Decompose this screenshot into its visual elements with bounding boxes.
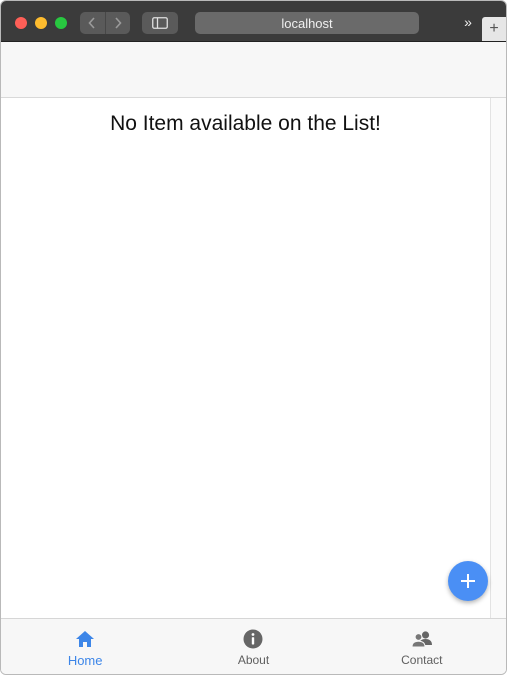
- sidebar-toggle-button[interactable]: [142, 12, 178, 34]
- sidebar-icon: [152, 17, 168, 29]
- maximize-window-button[interactable]: [55, 17, 67, 29]
- chevron-left-icon: [88, 17, 95, 29]
- new-tab-button[interactable]: +: [482, 17, 506, 41]
- tab-home-label: Home: [67, 653, 103, 668]
- scrollbar[interactable]: [490, 98, 506, 618]
- tab-contact[interactable]: Contact: [338, 619, 506, 674]
- info-icon: [242, 628, 264, 650]
- back-button[interactable]: [80, 12, 105, 34]
- minimize-window-button[interactable]: [35, 17, 47, 29]
- home-icon: [74, 628, 96, 650]
- forward-button[interactable]: [104, 12, 131, 34]
- browser-titlebar: localhost » +: [1, 1, 506, 42]
- browser-window: localhost » + No Item available on the L…: [0, 0, 507, 675]
- tab-contact-label: Contact: [401, 653, 443, 667]
- list-content: No Item available on the List!: [1, 98, 490, 618]
- tab-about-label: About: [237, 653, 270, 667]
- close-window-button[interactable]: [15, 17, 27, 29]
- empty-list-message: No Item available on the List!: [110, 112, 381, 135]
- overflow-chevrons-icon[interactable]: »: [460, 13, 476, 31]
- tab-home[interactable]: Home: [1, 619, 169, 674]
- contacts-icon: [411, 628, 433, 650]
- navigation-buttons: [80, 12, 130, 34]
- chevron-right-icon: [115, 17, 122, 29]
- app-toolbar: [1, 42, 506, 98]
- plus-icon: [461, 574, 475, 588]
- address-bar[interactable]: localhost: [195, 12, 419, 34]
- bottom-tab-bar: Home About Contact: [1, 618, 506, 674]
- add-item-button[interactable]: [448, 561, 488, 601]
- tab-about[interactable]: About: [169, 619, 337, 674]
